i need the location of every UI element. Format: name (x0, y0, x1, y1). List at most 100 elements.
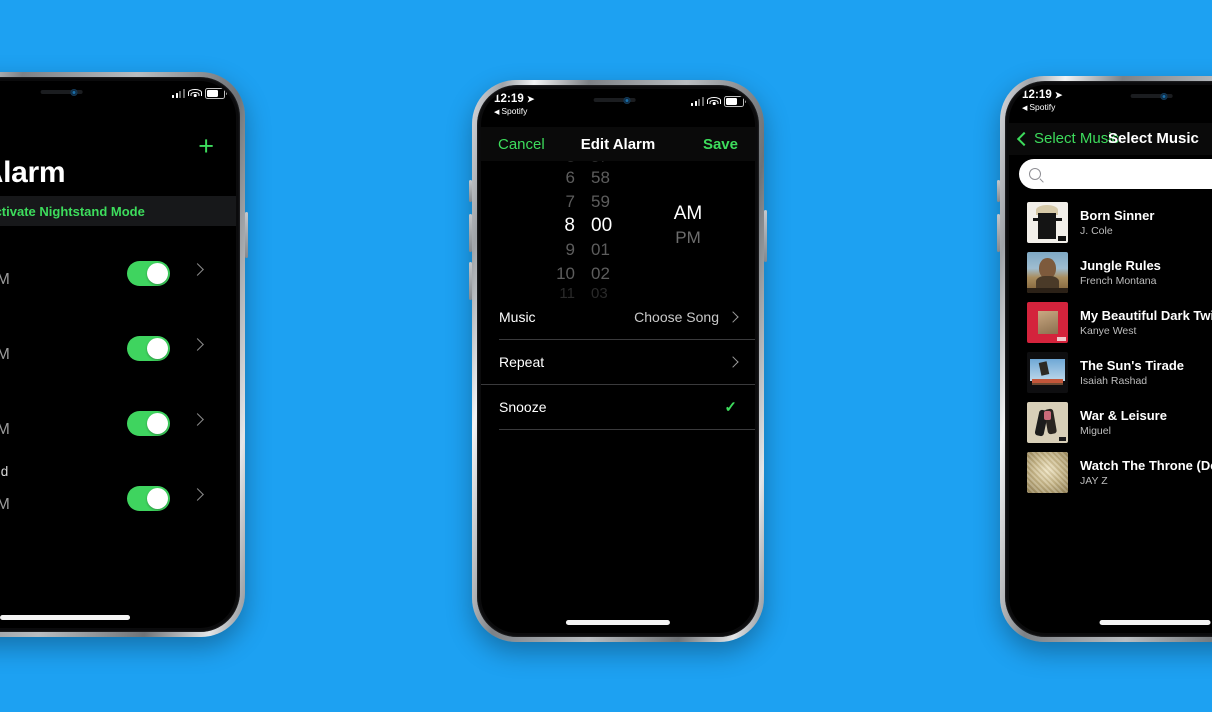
hour-option[interactable]: 9 (566, 238, 575, 262)
album-artist: French Montana (1080, 274, 1157, 287)
album-title: War & Leisure (1080, 407, 1167, 423)
album-text: The Sun's Tirade Isaiah Rashad (1080, 358, 1184, 387)
alarm-toggle[interactable] (127, 336, 170, 361)
cancel-button[interactable]: Cancel (498, 136, 545, 153)
music-value: Choose Song (634, 309, 719, 325)
checkmark-icon: ✓ (724, 399, 737, 416)
alarm-row[interactable]: nforgettable 9:53PM (0, 306, 236, 381)
nightstand-label: Activate Nightstand Mode (0, 203, 145, 219)
minute-picker-column[interactable]: 57 58 59 00 01 02 03 (583, 149, 653, 302)
home-indicator[interactable] (1099, 620, 1211, 625)
alarm-time: 1:28PM (0, 271, 10, 288)
power-button[interactable] (245, 212, 248, 258)
alarm-row[interactable]: OWER 1:28PM (0, 231, 236, 306)
alarm-row[interactable]: ee Bird 8:00AM (0, 381, 236, 456)
hour-option[interactable]: 10 (556, 262, 575, 286)
front-camera-icon (70, 89, 78, 96)
snooze-label: Snooze (499, 399, 547, 415)
album-artist: JAY Z (1080, 474, 1108, 487)
alarm-time: 9:53PM (0, 346, 10, 363)
notch (0, 81, 140, 103)
chevron-right-icon[interactable] (191, 488, 204, 501)
minute-option[interactable]: 01 (591, 238, 610, 262)
album-art-born-sinner (1027, 201, 1068, 243)
album-text: Born Sinner J. Cole (1080, 208, 1154, 237)
minute-selected[interactable]: 00 (591, 214, 612, 238)
home-indicator[interactable] (0, 615, 130, 620)
phone-middle-bezel: 12:19➤ ◀Spotify Cancel Edit Alarm Save (477, 85, 759, 637)
meridiem-picker-column[interactable]: AM PM (653, 202, 723, 250)
volume-down-button[interactable] (997, 214, 1000, 252)
back-triangle-icon: ◀ (494, 109, 500, 116)
album-artist: Kanye West (1080, 324, 1137, 337)
album-list: Born Sinner J. Cole Jungle Rules French … (1009, 197, 1212, 497)
album-title: Born Sinner (1080, 207, 1155, 223)
album-artist: Miguel (1080, 424, 1111, 437)
power-button[interactable] (764, 210, 767, 262)
chevron-right-icon[interactable] (191, 338, 204, 351)
music-row[interactable]: Music Choose Song (481, 295, 755, 339)
album-title: The Sun's Tirade (1080, 357, 1184, 373)
time-picker[interactable]: 5 6 7 8 9 10 11 57 58 59 00 01 02 (481, 149, 755, 301)
phone-left-bezel: 9 ➤ y + usic Alarm Activate Nightstand M… (0, 77, 240, 632)
hour-option[interactable]: 7 (566, 190, 575, 214)
hour-selected[interactable]: 8 (564, 214, 575, 238)
volume-down-button[interactable] (469, 214, 472, 252)
repeat-row[interactable]: Repeat (481, 340, 755, 384)
back-triangle-icon: ◀ (1022, 105, 1028, 112)
status-bar-right-group (171, 88, 228, 99)
alarm-toggle[interactable] (127, 261, 170, 286)
meridiem-option[interactable]: PM (675, 226, 701, 250)
list-item[interactable]: Jungle Rules French Montana (1009, 247, 1212, 297)
album-artist: J. Cole (1080, 224, 1113, 237)
notch (1088, 85, 1212, 106)
list-item[interactable]: My Beautiful Dark Twisted F Kanye West (1009, 297, 1212, 347)
page-title: usic Alarm (0, 156, 66, 189)
search-input[interactable] (1019, 159, 1212, 189)
album-title: My Beautiful Dark Twisted F (1080, 307, 1212, 323)
list-item[interactable]: War & Leisure Miguel (1009, 397, 1212, 447)
status-app-return[interactable]: ◀ Spotify (494, 106, 535, 116)
chevron-right-icon[interactable] (191, 413, 204, 426)
minute-option[interactable]: 02 (591, 262, 610, 286)
status-bar-left-group: 12:19 ➤ ◀ Spotify (494, 93, 535, 116)
nav-bar: Cancel Edit Alarm Save (481, 127, 755, 161)
alarm-toggle[interactable] (127, 486, 170, 511)
alarm-toggle[interactable] (127, 411, 170, 436)
status-app-return[interactable]: ◀ Spotify (1022, 102, 1063, 112)
volume-up-button[interactable] (469, 180, 472, 202)
album-art-mbdtf (1027, 301, 1068, 343)
list-item[interactable]: Watch The Throne (Deluxe) JAY Z (1009, 447, 1212, 497)
album-text: My Beautiful Dark Twisted F Kanye West (1080, 308, 1212, 337)
chevron-right-icon[interactable] (191, 263, 204, 276)
meridiem-selected[interactable]: AM (674, 202, 703, 226)
nav-bar: Select Music Select Music (1009, 123, 1212, 155)
minute-option[interactable]: 59 (591, 190, 610, 214)
alarm-time: 8:00AM (0, 421, 10, 438)
hour-picker-column[interactable]: 5 6 7 8 9 10 11 (513, 149, 583, 302)
wifi-icon (707, 97, 721, 106)
notch (554, 89, 682, 110)
volume-up-button[interactable] (997, 180, 1000, 202)
phone-middle-screen: 12:19➤ ◀Spotify Cancel Edit Alarm Save (481, 89, 755, 633)
album-art-jungle-rules (1027, 251, 1068, 293)
mute-switch[interactable] (469, 262, 472, 300)
list-item[interactable]: The Sun's Tirade Isaiah Rashad (1009, 347, 1212, 397)
alarm-row[interactable]: Y. State of Mind 9:30AM (0, 456, 236, 531)
minute-option[interactable]: 58 (591, 166, 610, 190)
chevron-right-icon (727, 311, 739, 323)
album-text: Watch The Throne (Deluxe) JAY Z (1080, 458, 1212, 487)
repeat-label: Repeat (499, 354, 545, 370)
snooze-row[interactable]: Snooze ✓ (481, 385, 755, 429)
wifi-icon (188, 89, 202, 98)
home-indicator[interactable] (565, 620, 671, 625)
hour-option[interactable]: 6 (566, 166, 575, 190)
add-alarm-button[interactable]: + (198, 133, 214, 160)
activate-nightstand-mode-button[interactable]: Activate Nightstand Mode (0, 196, 236, 226)
cellular-signal-icon (171, 89, 185, 98)
album-artist: Isaiah Rashad (1080, 374, 1148, 387)
back-button[interactable]: Select Music (1016, 130, 1119, 147)
chevron-left-icon (1016, 131, 1032, 146)
save-button[interactable]: Save (703, 136, 738, 153)
list-item[interactable]: Born Sinner J. Cole (1009, 197, 1212, 247)
